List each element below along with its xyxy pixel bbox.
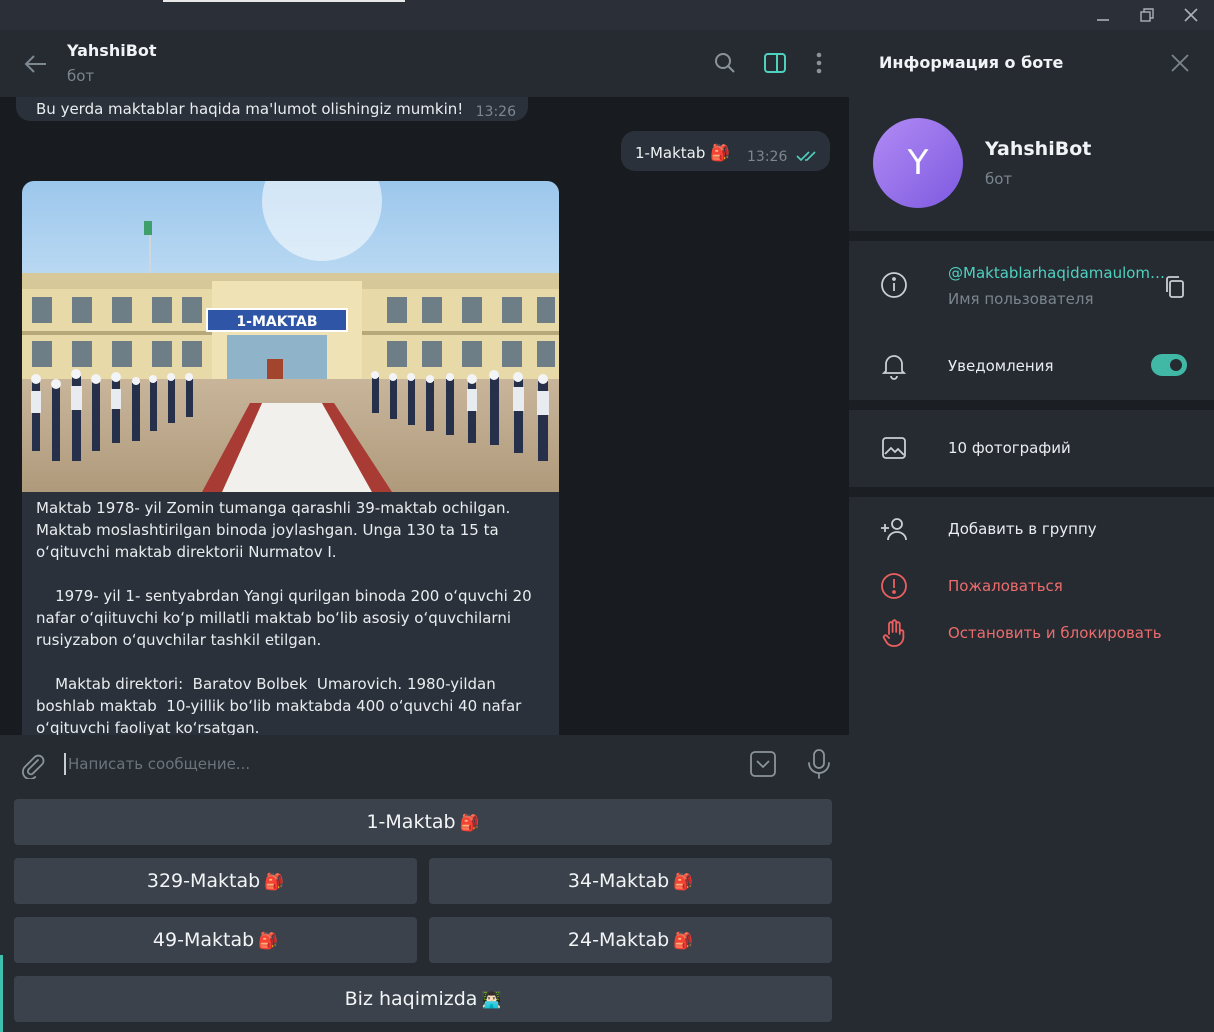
text-cursor (64, 753, 66, 775)
notifications-toggle[interactable] (1151, 354, 1187, 376)
caption-paragraph: Maktab direktori: Baratov Bolbek Umarovi… (36, 675, 527, 735)
kb-button-label: Biz haqimizda (344, 988, 478, 1010)
message-time: 13:26 (747, 149, 788, 165)
bot-subtitle: бот (985, 170, 1013, 188)
chat-column: YahshiBot бот Bu yerda maktablar haqida … (0, 30, 849, 1032)
kb-button-label: 49-Maktab (152, 929, 255, 951)
message-list[interactable]: Bu yerda maktablar haqida ma'lumot olish… (0, 97, 849, 735)
chat-title[interactable]: YahshiBot (67, 41, 157, 60)
kb-button-24-maktab[interactable]: 24-Maktab 🎒 (429, 917, 832, 963)
kb-button-label: 1-Maktab (366, 811, 456, 833)
photo-message[interactable]: 1-MAKTAB Maktab 1978- yil Zomin tumanga … (22, 181, 559, 735)
microphone-icon[interactable] (805, 748, 833, 780)
caption-paragraph: 1979- yil 1- sentyabrdan Yangi qurilgan … (36, 587, 537, 649)
close-window-icon[interactable] (1180, 4, 1202, 26)
window-titlebar (0, 0, 1214, 30)
username-label: Имя пользователя (948, 290, 1094, 308)
backpack-emoji: 🎒 (673, 930, 694, 950)
kb-button-label: 24-Maktab (567, 929, 670, 951)
copy-icon[interactable] (1163, 274, 1187, 300)
minimize-icon[interactable] (1092, 4, 1114, 26)
avatar[interactable]: Y (873, 118, 963, 208)
left-accent-bar (0, 955, 3, 1032)
kb-button-biz-haqimizda[interactable]: Biz haqimizda 👨🏻‍💻 (14, 976, 832, 1022)
backpack-emoji: 🎒 (673, 871, 694, 891)
report-icon (879, 571, 909, 601)
add-to-group-button[interactable]: Добавить в группу (948, 520, 1097, 538)
sidebar-toggle-icon[interactable] (762, 50, 788, 76)
paperclip-icon[interactable] (18, 751, 46, 780)
school-photo[interactable]: 1-MAKTAB (22, 181, 559, 492)
panel-title: Информация о боте (879, 53, 1064, 72)
bell-icon (879, 350, 909, 380)
backpack-emoji: 🎒 (459, 812, 480, 832)
bot-name: YahshiBot (985, 138, 1092, 160)
bot-keyboard: 1-Maktab 🎒 329-Maktab 🎒 34-Maktab 🎒 49-Makt… (0, 793, 849, 1032)
kb-button-34-maktab[interactable]: 34-Maktab 🎒 (429, 858, 832, 904)
backpack-emoji: 🎒 (710, 143, 731, 162)
toggle-knob (1167, 356, 1185, 374)
kb-button-label: 329-Maktab (146, 870, 261, 892)
message-text: 1-Maktab 🎒 (635, 143, 731, 162)
message-input[interactable] (68, 749, 728, 779)
titlebar-search-line (163, 0, 405, 2)
backpack-emoji: 🎒 (264, 871, 285, 891)
back-arrow-icon[interactable] (22, 50, 50, 78)
divider (849, 231, 1214, 241)
message-time: 13:26 (475, 104, 516, 120)
read-checks-icon (796, 148, 820, 162)
kb-button-label: 34-Maktab (567, 870, 670, 892)
divider (849, 400, 1214, 410)
message-text: Bu yerda maktablar haqida ma'lumot olish… (36, 100, 464, 118)
kb-button-49-maktab[interactable]: 49-Maktab 🎒 (14, 917, 417, 963)
notifications-label: Уведомления (948, 357, 1054, 375)
info-icon (879, 270, 909, 300)
add-user-icon (879, 514, 909, 544)
photos-link[interactable]: 10 фотографий (948, 439, 1071, 457)
chat-subtitle: бот (67, 67, 95, 85)
technologist-emoji: 👨🏻‍💻 (481, 989, 502, 1009)
chat-header: YahshiBot бот (0, 30, 849, 97)
caption-paragraph: Maktab 1978- yil Zomin tumanga qarashli … (36, 499, 516, 561)
bot-keyboard-toggle-icon[interactable] (748, 749, 778, 779)
backpack-emoji: 🎒 (258, 930, 279, 950)
message-input-bar (0, 735, 849, 793)
photo-caption: Maktab 1978- yil Zomin tumanga qarashli … (36, 497, 546, 735)
kb-button-329-maktab[interactable]: 329-Maktab 🎒 (14, 858, 417, 904)
block-button[interactable]: Остановить и блокировать (948, 624, 1162, 642)
kb-button-1-maktab[interactable]: 1-Maktab 🎒 (14, 799, 832, 845)
restore-icon[interactable] (1136, 4, 1158, 26)
divider (849, 487, 1214, 497)
close-panel-icon[interactable] (1169, 52, 1191, 74)
more-menu-icon[interactable] (806, 50, 832, 76)
photo-icon (879, 433, 909, 463)
hand-stop-icon (879, 618, 909, 648)
bot-username[interactable]: @Maktablarhaqidamaulomot_bot (948, 264, 1172, 282)
bot-info-panel: Информация о боте Y YahshiBot бот @Makta… (849, 30, 1214, 1032)
incoming-message[interactable]: Bu yerda maktablar haqida ma'lumot olish… (16, 97, 528, 121)
photo-sign-text: 1-MAKTAB (236, 314, 317, 330)
search-icon[interactable] (712, 50, 738, 76)
outgoing-message[interactable]: 1-Maktab 🎒 13:26 (621, 131, 830, 171)
report-button[interactable]: Пожаловаться (948, 577, 1063, 595)
